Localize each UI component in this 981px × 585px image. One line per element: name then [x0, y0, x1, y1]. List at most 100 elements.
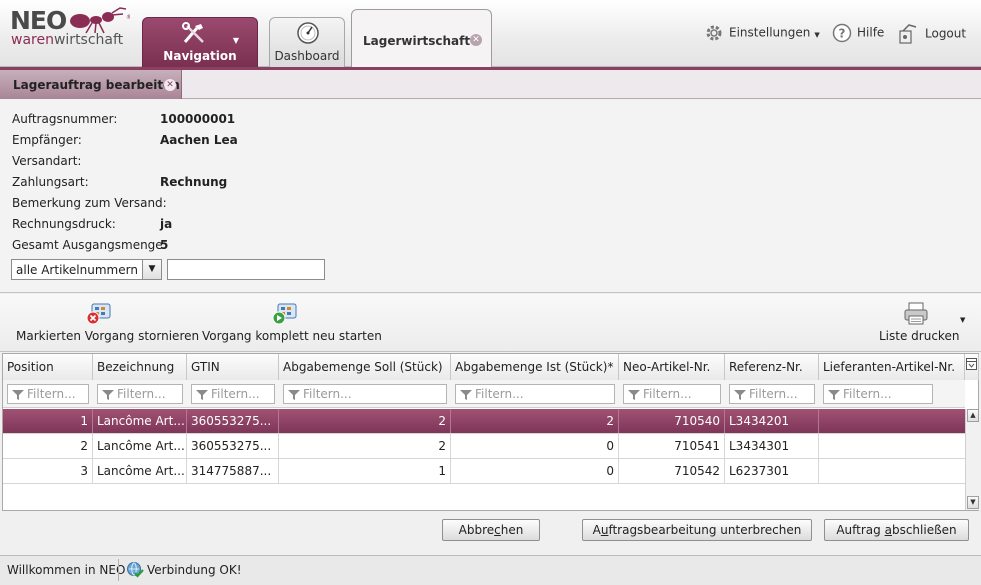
- table-row[interactable]: 1 Lancôme Art... 360553275... 2 2 710540…: [3, 409, 965, 434]
- cell-neo-artikel: 710540: [619, 409, 725, 433]
- filter-icon: [460, 389, 472, 400]
- filter-soll-input[interactable]: Filtern...: [283, 384, 447, 404]
- tab-dashboard-label: Dashboard: [274, 49, 340, 63]
- invoice-print-value: ja: [160, 217, 173, 231]
- cell-ist[interactable]: 0: [451, 459, 619, 483]
- total-quantity-value: 5: [160, 238, 169, 252]
- filter-neo-artikel-input[interactable]: Filtern...: [623, 384, 721, 404]
- logo-neo-text: NEO: [10, 6, 67, 35]
- column-header-gtin[interactable]: GTIN: [187, 354, 279, 380]
- cell-gtin: 360553275...: [187, 434, 279, 458]
- order-number-label: Auftragsnummer:: [12, 112, 118, 126]
- cancel-button[interactable]: Abbrechen: [442, 519, 540, 541]
- table-row[interactable]: 3 Lancôme Art... 314775887... 1 0 710542…: [3, 459, 965, 484]
- status-bar: Willkommen in NEO Verbindung OK!: [0, 555, 981, 585]
- column-header-bezeichnung[interactable]: Bezeichnung: [93, 354, 187, 380]
- remark-label: Bemerkung zum Versand:: [12, 196, 167, 210]
- column-chooser-icon[interactable]: [965, 354, 979, 380]
- order-number-value: 100000001: [160, 112, 236, 126]
- column-header-position[interactable]: Position: [3, 354, 93, 380]
- print-list-button[interactable]: Liste drucken ▼: [878, 302, 968, 348]
- ant-logo-icon: ®: [70, 7, 130, 34]
- chevron-down-icon[interactable]: ▼: [142, 260, 161, 279]
- subtab-lagerauftrag[interactable]: Lagerauftrag bearbeiten ✕: [0, 70, 182, 99]
- close-tab-icon[interactable]: ✕: [470, 34, 482, 46]
- grid-scrollbar[interactable]: ▲ ▼: [965, 409, 979, 510]
- filter-placeholder: Filtern...: [211, 387, 260, 401]
- cell-gtin: 314775887...: [187, 459, 279, 483]
- recipient-label: Empfänger:: [12, 133, 82, 147]
- interrupt-order-button[interactable]: Auftragsbearbeitung unterbrechen: [582, 519, 812, 541]
- column-header-lieferanten[interactable]: Lieferanten-Artikel-Nr.: [819, 354, 965, 380]
- settings-menu[interactable]: Einstellungen ▼: [704, 23, 820, 43]
- finish-order-button[interactable]: Auftrag abschließen: [824, 519, 969, 541]
- chevron-down-icon[interactable]: ▼: [233, 36, 239, 45]
- filter-icon: [734, 389, 746, 400]
- article-search-input[interactable]: [167, 259, 325, 280]
- filter-placeholder: Filtern...: [749, 387, 798, 401]
- cell-lieferanten: [819, 409, 965, 433]
- tab-lagerwirtschaft-label: Lagerwirtschaft: [363, 34, 471, 48]
- filter-placeholder: Filtern...: [303, 387, 352, 401]
- close-subtab-icon[interactable]: ✕: [164, 79, 176, 91]
- scroll-down-icon[interactable]: ▼: [967, 496, 979, 509]
- filter-icon: [628, 389, 640, 400]
- cell-ist[interactable]: 2: [451, 409, 619, 433]
- speedometer-icon: [297, 22, 319, 44]
- cell-referenz: L3434301: [725, 434, 819, 458]
- tools-icon: [182, 22, 204, 43]
- column-header-neo-artikel[interactable]: Neo-Artikel-Nr.: [619, 354, 725, 380]
- column-header-ist[interactable]: Abgabemenge Ist (Stück)*: [451, 354, 619, 380]
- filter-gtin-input[interactable]: Filtern...: [191, 384, 275, 404]
- cell-bezeichnung: Lancôme Art...: [93, 434, 187, 458]
- cell-lieferanten: [819, 434, 965, 458]
- logout-link[interactable]: Logout: [898, 23, 966, 44]
- cell-soll: 2: [279, 434, 451, 458]
- restart-process-label: Vorgang komplett neu starten: [202, 329, 382, 343]
- status-welcome: Willkommen in NEO: [7, 563, 126, 577]
- article-number-select[interactable]: alle Artikelnummern ▼: [11, 259, 162, 280]
- filter-placeholder: Filtern...: [27, 387, 76, 401]
- chevron-down-icon[interactable]: ▼: [960, 316, 965, 324]
- print-list-label: Liste drucken: [879, 329, 960, 343]
- cancel-process-button[interactable]: Markierten Vorgang stornieren: [15, 302, 199, 348]
- filter-icon: [102, 389, 114, 400]
- logo-subtitle: warenwirtschaft: [11, 32, 124, 48]
- help-link[interactable]: ? Hilfe: [832, 23, 884, 43]
- column-header-soll[interactable]: Abgabemenge Soll (Stück): [279, 354, 451, 380]
- filter-placeholder: Filtern...: [843, 387, 892, 401]
- restart-process-button[interactable]: Vorgang komplett neu starten: [201, 302, 382, 348]
- restart-process-icon: [272, 303, 297, 325]
- tab-lagerwirtschaft[interactable]: Lagerwirtschaft ✕: [351, 9, 492, 68]
- cancel-process-icon: [86, 303, 111, 325]
- filter-icon: [828, 389, 840, 400]
- svg-text:®: ®: [126, 14, 130, 21]
- article-select-value: alle Artikelnummern: [16, 263, 138, 277]
- filter-bezeichnung-input[interactable]: Filtern...: [97, 384, 183, 404]
- filter-ist-input[interactable]: Filtern...: [455, 384, 615, 404]
- shipping-label: Versandart:: [12, 154, 82, 168]
- cell-bezeichnung: Lancôme Art...: [93, 459, 187, 483]
- filter-position-input[interactable]: Filtern...: [7, 384, 89, 404]
- invoice-print-label: Rechnungsdruck:: [12, 217, 116, 231]
- svg-text:?: ?: [839, 27, 846, 41]
- tab-navigation-label: Navigation: [163, 49, 237, 63]
- cell-ist[interactable]: 0: [451, 434, 619, 458]
- cell-neo-artikel: 710542: [619, 459, 725, 483]
- payment-label: Zahlungsart:: [12, 175, 89, 189]
- tab-navigation[interactable]: Navigation ▼: [142, 17, 258, 68]
- order-items-grid: Position Bezeichnung GTIN Abgabemenge So…: [2, 353, 979, 511]
- filter-icon: [288, 389, 300, 400]
- cell-position: 1: [3, 409, 93, 433]
- filter-lieferanten-input[interactable]: Filtern...: [823, 384, 933, 404]
- chevron-down-icon: ▼: [814, 30, 820, 39]
- table-row[interactable]: 2 Lancôme Art... 360553275... 2 0 710541…: [3, 434, 965, 459]
- tab-dashboard[interactable]: Dashboard: [269, 17, 345, 68]
- cell-lieferanten: [819, 459, 965, 483]
- column-header-referenz[interactable]: Referenz-Nr.: [725, 354, 819, 380]
- cell-position: 2: [3, 434, 93, 458]
- filter-referenz-input[interactable]: Filtern...: [729, 384, 815, 404]
- payment-value: Rechnung: [160, 175, 228, 189]
- scroll-up-icon[interactable]: ▲: [967, 409, 979, 422]
- filter-placeholder: Filtern...: [475, 387, 524, 401]
